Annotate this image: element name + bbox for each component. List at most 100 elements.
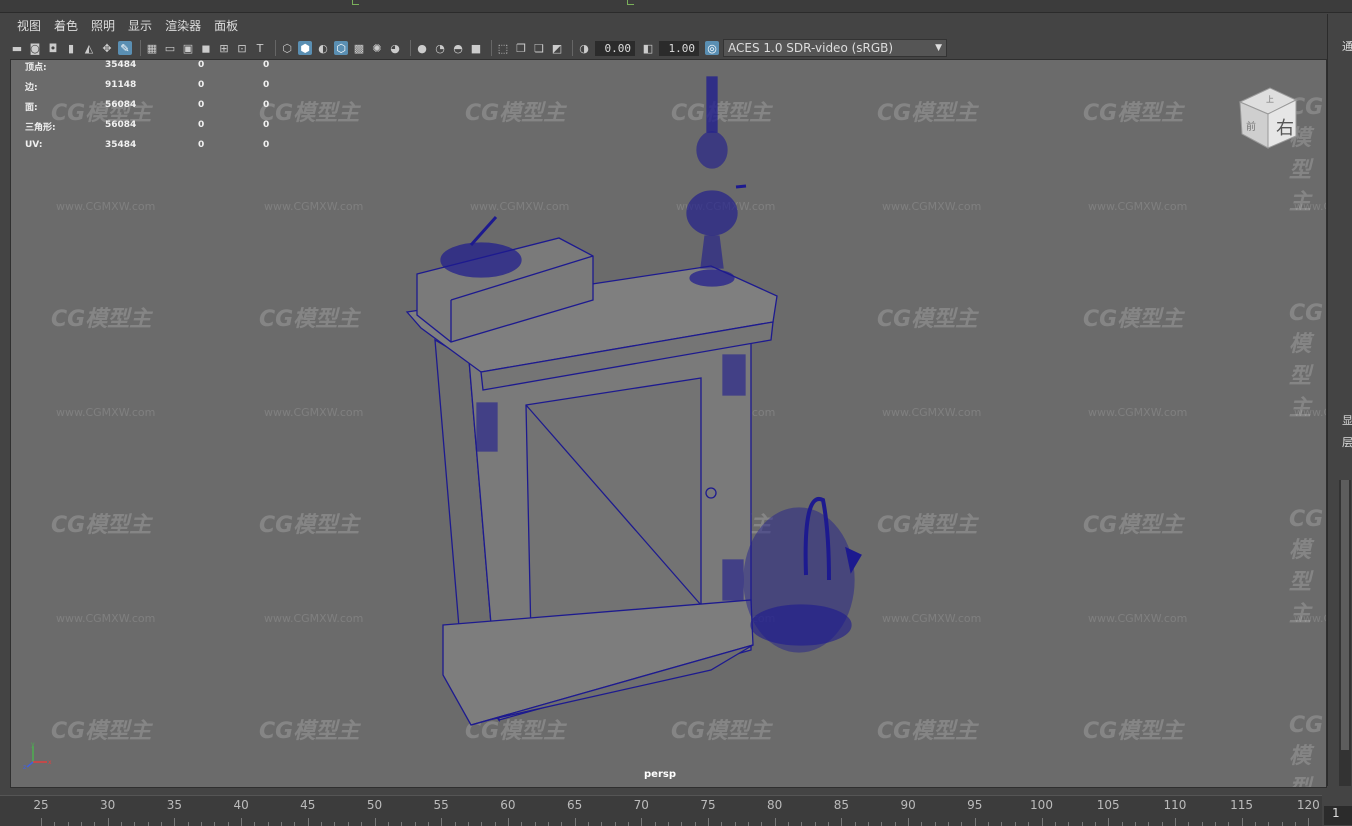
separator	[140, 40, 141, 56]
field-chart-icon[interactable]: ⊞	[217, 41, 231, 55]
timeline-tick-mark	[961, 822, 962, 826]
menu-lighting[interactable]: 照明	[91, 17, 115, 34]
timeline-tick-label: 25	[33, 798, 48, 812]
timeline-tick-label: 120	[1297, 798, 1320, 812]
timeline-tick-mark	[348, 822, 349, 826]
timeline-tick-mark	[695, 822, 696, 826]
separator	[491, 40, 492, 56]
xray-joints-icon[interactable]: ❏	[532, 41, 546, 55]
gate-mask-icon[interactable]: ◼	[199, 41, 213, 55]
ornament	[723, 560, 743, 600]
timeline-tick-mark	[535, 822, 536, 826]
timeline-tick-mark	[588, 822, 589, 826]
grease-pencil-icon[interactable]: ✥	[100, 41, 114, 55]
textured-icon[interactable]: ▩	[352, 41, 366, 55]
separator	[410, 40, 411, 56]
timeline-tick-mark	[1202, 822, 1203, 826]
lamp-chimney[interactable]	[707, 77, 717, 132]
lamp-bowl[interactable]	[687, 191, 737, 235]
xray-active-icon[interactable]: ◩	[550, 41, 564, 55]
display-tab[interactable]: 显	[1342, 412, 1352, 428]
timeline-tick-mark	[761, 822, 762, 826]
menu-renderer[interactable]: 渲染器	[165, 17, 201, 34]
depth-of-field-icon[interactable]: ■	[469, 41, 483, 55]
timeline-tick-mark	[735, 822, 736, 826]
timeline-tick-mark	[1122, 822, 1123, 826]
panel-menubar: 视图 着色 照明 显示 渲染器 面板	[10, 14, 1325, 36]
isolate-select-icon[interactable]: ⬚	[496, 41, 510, 55]
timeline-tick-label: 45	[300, 798, 315, 812]
sundial[interactable]	[441, 243, 521, 277]
timeline-tick-mark	[94, 822, 95, 826]
safe-title-icon[interactable]: T	[253, 41, 267, 55]
timeline-tick-mark	[134, 822, 135, 826]
color-space-label: ACES 1.0 SDR-video (sRGB)	[728, 41, 893, 55]
menu-panels[interactable]: 面板	[214, 17, 238, 34]
timeline-tick-mark	[988, 822, 989, 826]
timeline-tick-mark	[54, 822, 55, 826]
safe-action-icon[interactable]: ⊡	[235, 41, 249, 55]
smooth-shade-icon[interactable]: ⬢	[298, 41, 312, 55]
menu-shading[interactable]: 着色	[54, 17, 78, 34]
bookmarks-icon[interactable]: ◘	[46, 41, 60, 55]
grid-icon[interactable]: ▦	[145, 41, 159, 55]
gamma-field[interactable]: 1.00	[659, 41, 699, 56]
current-frame-field[interactable]: 1	[1324, 806, 1352, 825]
view-cube[interactable]: 右 前 上	[1236, 84, 1300, 152]
strip-mark	[627, 0, 634, 5]
cabinet-door[interactable]	[526, 378, 701, 638]
timeline-tick-label: 105	[1097, 798, 1120, 812]
timeline-tick-mark	[1162, 822, 1163, 826]
timeline-tick-mark	[294, 822, 295, 826]
wireframe-icon[interactable]: ⬡	[280, 41, 294, 55]
exposure-icon[interactable]: ◑	[577, 41, 591, 55]
film-gate-icon[interactable]: ▭	[163, 41, 177, 55]
scene-wireframe[interactable]	[11, 60, 1326, 787]
timeline-tick-mark	[1268, 822, 1269, 826]
panel-scrollbar[interactable]	[1339, 480, 1351, 786]
screen-space-ao-icon[interactable]: ●	[415, 41, 429, 55]
color-management-icon[interactable]: ◎	[705, 41, 719, 55]
timeline-tick-mark	[1215, 822, 1216, 826]
timeline-tick-mark	[254, 822, 255, 826]
motion-blur-icon[interactable]: ◔	[433, 41, 447, 55]
layer-tab[interactable]: 层	[1342, 434, 1352, 450]
anti-aliasing-icon[interactable]: ◓	[451, 41, 465, 55]
channel-box-tab[interactable]: 通	[1342, 38, 1352, 54]
timeline-tick-mark	[1082, 822, 1083, 826]
timeline-tick-mark	[148, 822, 149, 826]
scrollbar-thumb[interactable]	[1341, 480, 1349, 750]
timeline-tick-label: 30	[100, 798, 115, 812]
gamma-icon[interactable]: ◧	[641, 41, 655, 55]
timeline-tick-mark	[334, 822, 335, 826]
timeline-tick-label: 40	[233, 798, 248, 812]
select-camera-icon[interactable]: ▬	[10, 41, 24, 55]
wireframe-on-shaded-icon[interactable]: ⬡	[334, 41, 348, 55]
default-material-icon[interactable]: ◐	[316, 41, 330, 55]
timeline-tick-mark	[1095, 822, 1096, 826]
xray-icon[interactable]: ❐	[514, 41, 528, 55]
pencil-icon[interactable]: ✎	[118, 41, 132, 55]
menu-view[interactable]: 视图	[17, 17, 41, 34]
sundial-gnomon	[471, 217, 496, 245]
timeline-tick-mark	[561, 822, 562, 826]
timeline-tick-label: 95	[967, 798, 982, 812]
image-plane-icon[interactable]: ▮	[64, 41, 78, 55]
menu-show[interactable]: 显示	[128, 17, 152, 34]
time-slider[interactable]: 2530354045505560657075808590951001051101…	[0, 795, 1322, 826]
shadows-icon[interactable]: ◕	[388, 41, 402, 55]
color-space-dropdown[interactable]: ACES 1.0 SDR-video (sRGB) ▼	[723, 39, 947, 57]
timeline-tick-mark	[681, 822, 682, 826]
exposure-field[interactable]: 0.00	[595, 41, 635, 56]
timeline-tick-mark	[1135, 822, 1136, 826]
two-d-pan-icon[interactable]: ◭	[82, 41, 96, 55]
use-all-lights-icon[interactable]: ✺	[370, 41, 384, 55]
timeline-tick-mark	[1282, 822, 1283, 826]
resolution-gate-icon[interactable]: ▣	[181, 41, 195, 55]
strip-mark	[352, 0, 359, 5]
timeline-tick-mark	[601, 822, 602, 826]
timeline-tick-label: 80	[767, 798, 782, 812]
camera-attributes-icon[interactable]: ◙	[28, 41, 42, 55]
viewport-persp[interactable]: CG模型主www.CGMXW.comCG模型主www.CGMXW.comCG模型…	[10, 59, 1327, 788]
timeline-tick-mark	[121, 822, 122, 826]
